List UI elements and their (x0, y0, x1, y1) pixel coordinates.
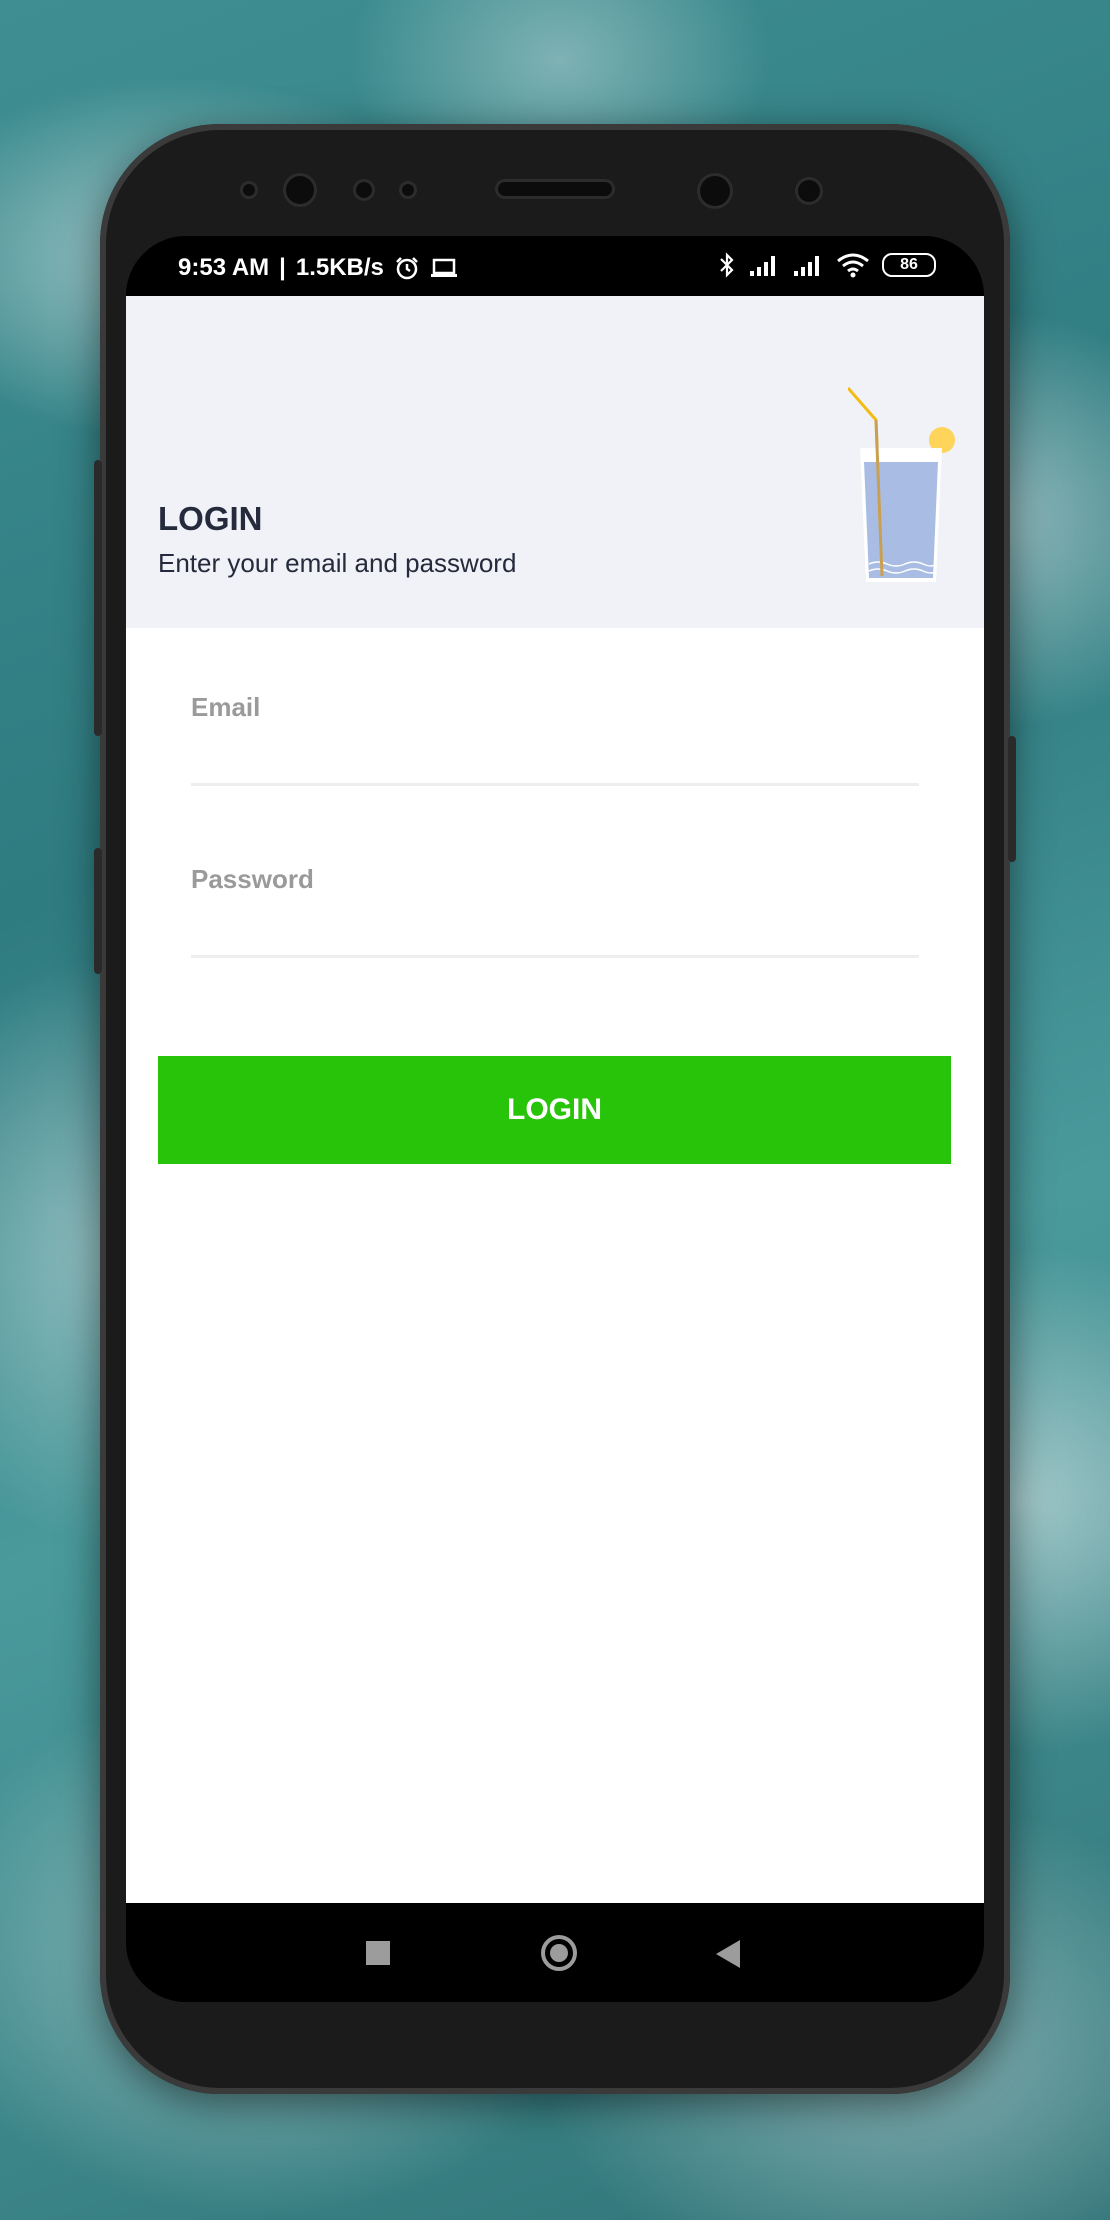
navigation-bar (126, 1903, 984, 2002)
login-button[interactable]: LOGIN (158, 1056, 951, 1164)
signal-icon (750, 256, 775, 276)
status-separator: | (279, 254, 286, 281)
power-button-left (94, 848, 102, 974)
alarm-icon (396, 257, 418, 280)
sensor-dot (402, 184, 414, 196)
home-icon[interactable] (541, 1935, 577, 1971)
phone-frame: 9:53 AM | 1.5KB/s 86 LOGIN Enter your em… (94, 124, 1016, 2094)
signal-icon (794, 256, 819, 276)
email-label: Email (191, 692, 261, 722)
password-field[interactable] (191, 895, 919, 958)
status-bar: 9:53 AM | 1.5KB/s 86 (126, 236, 984, 296)
status-right: 86 (718, 252, 936, 278)
login-header: LOGIN Enter your email and password (126, 296, 984, 628)
sensor-dot (356, 182, 372, 198)
wifi-icon (837, 253, 869, 278)
page-subtitle: Enter your email and password (158, 548, 517, 578)
password-label: Password (191, 864, 314, 894)
phone-screen: 9:53 AM | 1.5KB/s 86 LOGIN Enter your em… (126, 236, 984, 2002)
earpiece-speaker (498, 182, 612, 196)
password-field-group: Password (191, 864, 919, 958)
recents-icon[interactable] (366, 1941, 390, 1965)
status-left: 9:53 AM | 1.5KB/s (178, 254, 458, 282)
drink-glass-illustration (848, 387, 955, 582)
front-camera (286, 176, 314, 204)
laptop-icon (430, 258, 457, 277)
login-screen: LOGIN Enter your email and password Emai… (126, 296, 984, 1903)
email-field-group: Email (191, 692, 919, 786)
sensor-dot (798, 180, 820, 202)
status-speed: 1.5KB/s (295, 254, 384, 281)
volume-button (94, 460, 102, 736)
bluetooth-icon (720, 252, 734, 278)
email-field[interactable] (191, 723, 919, 786)
proximity-sensor (243, 184, 255, 196)
power-button (1008, 736, 1016, 862)
front-camera (700, 176, 730, 206)
back-icon[interactable] (716, 1940, 740, 1968)
status-time: 9:53 AM (178, 254, 270, 281)
battery-indicator: 86 (882, 253, 936, 277)
page-title: LOGIN (158, 500, 263, 537)
